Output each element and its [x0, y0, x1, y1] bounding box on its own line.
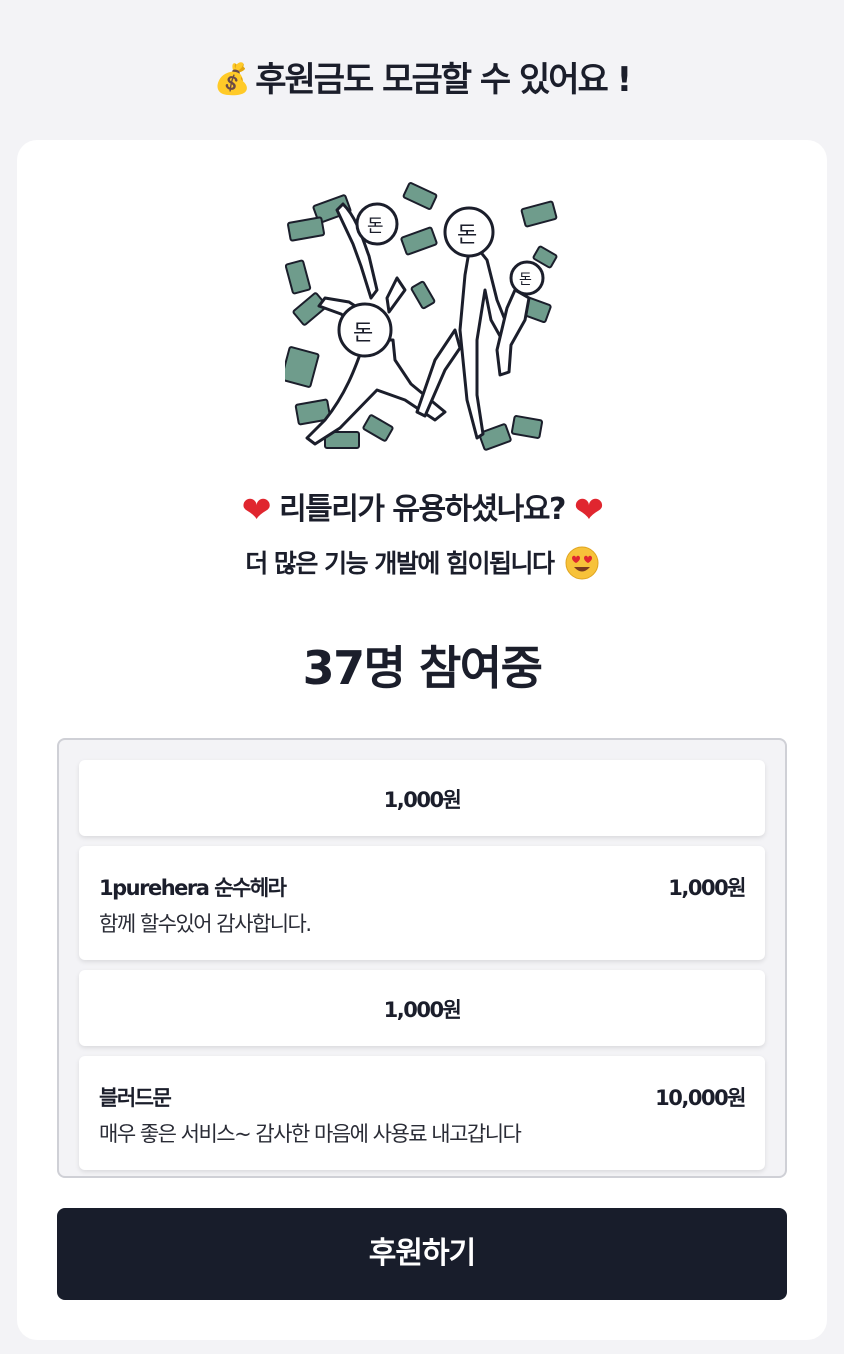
participant-count: 37명 참여중 — [302, 641, 543, 695]
svg-text:돈: 돈 — [457, 223, 477, 248]
donate-button[interactable]: 후원하기 — [57, 1208, 787, 1300]
donation-card: 돈 돈 돈 돈 ❤ 리틀리가 유용하셨나요? ❤ 더 많은 기능 개발에 힘이됩… — [17, 140, 827, 1340]
money-bag-icon: 💰 — [213, 62, 251, 97]
donation-amount: 1,000원 — [383, 788, 462, 812]
list-item: 1purehera 순수헤라 1,000원 함께 할수있어 감사합니다. — [79, 846, 765, 960]
headline-text: 리틀리가 유용하셨나요? — [279, 492, 566, 527]
donation-list[interactable]: 1,000원 1purehera 순수헤라 1,000원 함께 할수있어 감사합… — [57, 738, 787, 1178]
subline: 더 많은 기능 개발에 힘이됩니다 — [17, 544, 827, 586]
page-title: 후원금도 모금할 수 있어요 ! — [255, 60, 632, 100]
list-item: 1,000원 — [79, 970, 765, 1046]
headline: ❤ 리틀리가 유용하셨나요? ❤ — [17, 484, 827, 531]
list-item: 블러드문 10,000원 매우 좋은 서비스~ 감사한 마음에 사용료 내고갑니… — [79, 1056, 765, 1170]
donation-amount: 1,000원 — [668, 876, 746, 900]
heart-eyes-smiley-icon — [565, 546, 599, 586]
subline-text: 더 많은 기능 개발에 힘이됩니다 — [245, 549, 555, 578]
donation-message: 함께 할수있어 감사합니다. — [99, 912, 312, 936]
donation-amount: 1,000원 — [383, 998, 462, 1022]
svg-text:돈: 돈 — [353, 321, 373, 346]
red-heart-icon: ❤ — [573, 490, 604, 531]
page-header: 💰 후원금도 모금할 수 있어요 ! — [0, 52, 844, 101]
svg-text:돈: 돈 — [519, 272, 532, 288]
donation-amount: 10,000원 — [655, 1086, 746, 1110]
svg-text:돈: 돈 — [367, 216, 384, 237]
red-heart-icon: ❤ — [241, 490, 271, 531]
donation-message: 매우 좋은 서비스~ 감사한 마음에 사용료 내고갑니다 — [99, 1122, 522, 1146]
donor-name: 블러드문 — [99, 1086, 172, 1110]
donor-name: 1purehera 순수헤라 — [99, 876, 287, 900]
list-item: 1,000원 — [79, 760, 765, 836]
money-rain-illustration: 돈 돈 돈 돈 — [285, 180, 559, 454]
